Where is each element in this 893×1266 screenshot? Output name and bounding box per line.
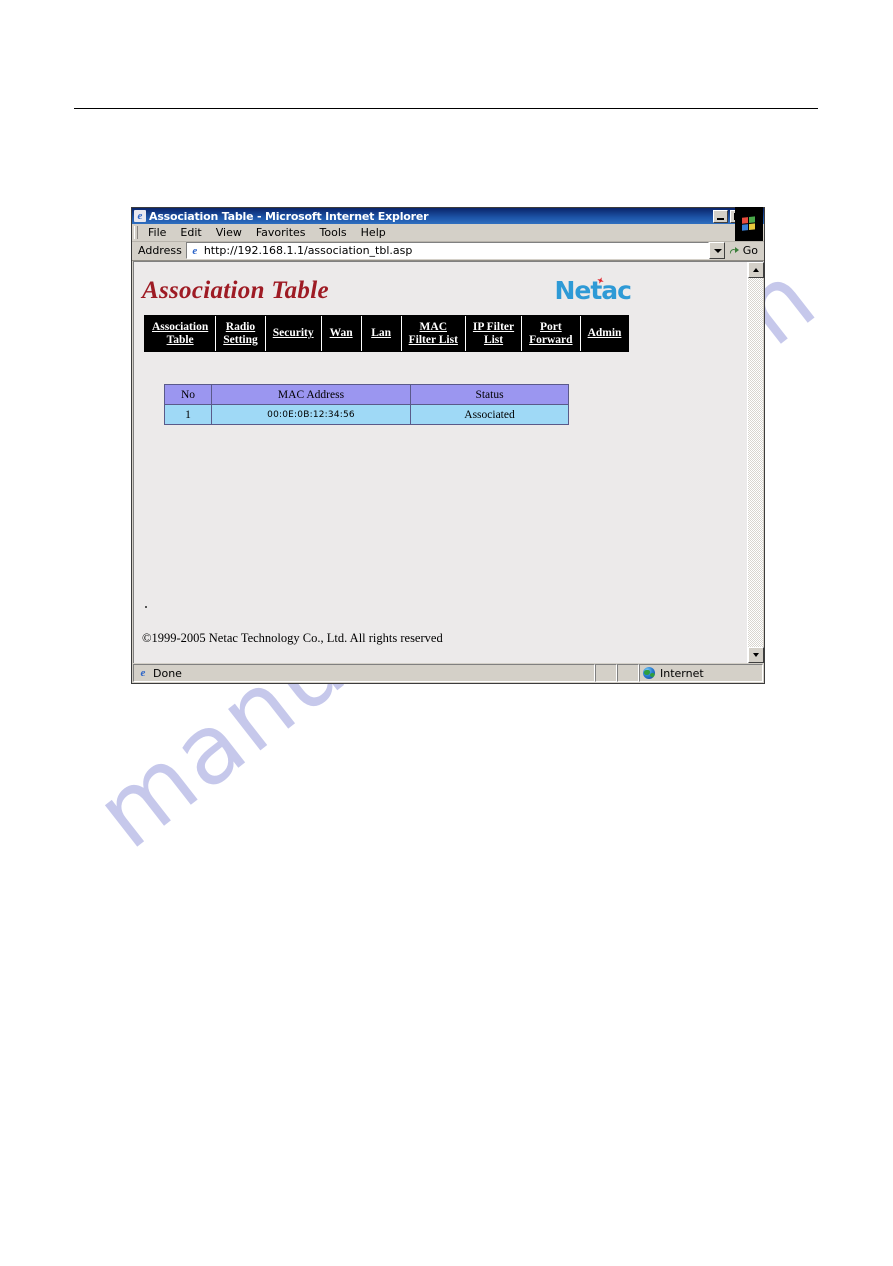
site-navigation: Association Table Radio Setting Security… [144, 315, 630, 352]
web-page: Association Table Netac Association Tabl… [134, 262, 747, 663]
browser-window: e Association Table - Microsoft Internet… [131, 207, 765, 684]
column-header-status: Status [410, 384, 569, 405]
nav-tab-lan[interactable]: Lan [361, 316, 402, 351]
windows-flag-logo [735, 207, 763, 241]
nav-label-line1: Security [272, 327, 314, 339]
nav-tab-admin[interactable]: Admin [580, 316, 629, 351]
status-message: e Done [133, 664, 595, 682]
vertical-scrollbar[interactable] [747, 262, 764, 663]
table-header-row: No MAC Address Status [164, 384, 569, 405]
nav-label-line2: Filter List [408, 333, 458, 346]
stray-mark [145, 606, 147, 608]
nav-label-line1: MAC [419, 320, 447, 333]
go-button[interactable]: Go [725, 244, 762, 257]
ie-e-icon: e [134, 210, 146, 222]
page-title: Association Table [142, 276, 329, 304]
nav-label-line1: Lan [371, 327, 392, 339]
menu-item-help[interactable]: Help [354, 225, 393, 240]
table-row: 1 00:0E:0B:12:34:56 Associated [164, 404, 569, 425]
address-label: Address [138, 244, 182, 257]
netac-logo-text: Netac [554, 276, 632, 305]
address-input[interactable]: e http://192.168.1.1/association_tbl.asp [185, 242, 709, 259]
nav-tab-radio-setting[interactable]: Radio Setting [216, 316, 266, 351]
go-button-label: Go [742, 244, 758, 257]
menu-item-edit[interactable]: Edit [173, 225, 208, 240]
nav-label-line1: IP Filter [472, 320, 515, 333]
association-table: No MAC Address Status 1 00:0E:0B:12:34:5… [164, 384, 569, 425]
status-segment-1 [595, 664, 617, 682]
scroll-down-icon[interactable] [748, 647, 764, 663]
column-header-no: No [164, 384, 212, 405]
security-zone[interactable]: Internet [639, 664, 763, 682]
nav-label-line2: List [483, 333, 504, 346]
cell-no: 1 [164, 404, 212, 425]
address-bar: Address e http://192.168.1.1/association… [132, 242, 764, 261]
cell-mac-address: 00:0E:0B:12:34:56 [211, 404, 411, 425]
nav-label-line2: Forward [529, 333, 573, 346]
nav-tab-port-forward[interactable]: Port Forward [522, 316, 581, 351]
security-zone-label: Internet [660, 666, 704, 680]
browser-statusbar: e Done Internet [133, 664, 763, 682]
menu-item-tools[interactable]: Tools [313, 225, 354, 240]
status-text: Done [153, 666, 182, 680]
address-dropdown-icon[interactable] [708, 242, 725, 259]
nav-label-line1: Wan [329, 327, 353, 339]
nav-tab-ip-filter-list[interactable]: IP Filter List [465, 316, 523, 351]
nav-tab-association-table[interactable]: Association Table [145, 316, 217, 351]
column-header-mac: MAC Address [211, 384, 411, 405]
menu-item-favorites[interactable]: Favorites [249, 225, 313, 240]
go-arrow-icon [730, 245, 741, 256]
nav-label-line1: Admin [587, 327, 622, 339]
status-ie-icon: e [140, 667, 146, 679]
page-ie-icon: e [192, 244, 198, 257]
copyright-text: ©1999-2005 Netac Technology Co., Ltd. Al… [142, 631, 443, 645]
status-segment-2 [617, 664, 639, 682]
minimize-button[interactable] [713, 209, 728, 223]
browser-content-area: Association Table Netac Association Tabl… [133, 261, 764, 663]
nav-label-line1: Port [539, 320, 562, 333]
nav-label-line1: Association [152, 320, 209, 333]
cell-status: Associated [410, 404, 569, 425]
page-horizontal-rule [74, 108, 818, 109]
nav-label-line2: Setting [223, 333, 258, 346]
nav-tab-security[interactable]: Security [265, 316, 322, 351]
nav-tab-wan[interactable]: Wan [321, 316, 362, 351]
scroll-up-icon[interactable] [748, 262, 764, 278]
netac-logo: Netac [554, 276, 632, 305]
scrollbar-track[interactable] [748, 278, 763, 647]
nav-label-line2: Table [166, 333, 194, 346]
window-title: Association Table - Microsoft Internet E… [149, 209, 429, 223]
page-header: Association Table Netac [142, 276, 747, 305]
nav-tab-mac-filter-list[interactable]: MAC Filter List [401, 316, 466, 351]
globe-icon [643, 667, 655, 679]
menu-item-file[interactable]: File [141, 225, 173, 240]
menubar-grip[interactable] [134, 226, 138, 239]
nav-label-line1: Radio [225, 320, 256, 333]
menu-item-view[interactable]: View [209, 225, 249, 240]
menu-bar: File Edit View Favorites Tools Help [132, 207, 764, 242]
address-value: http://192.168.1.1/association_tbl.asp [203, 244, 413, 257]
browser-titlebar: e Association Table - Microsoft Internet… [132, 208, 764, 224]
document-page: e Association Table - Microsoft Internet… [0, 0, 893, 1266]
